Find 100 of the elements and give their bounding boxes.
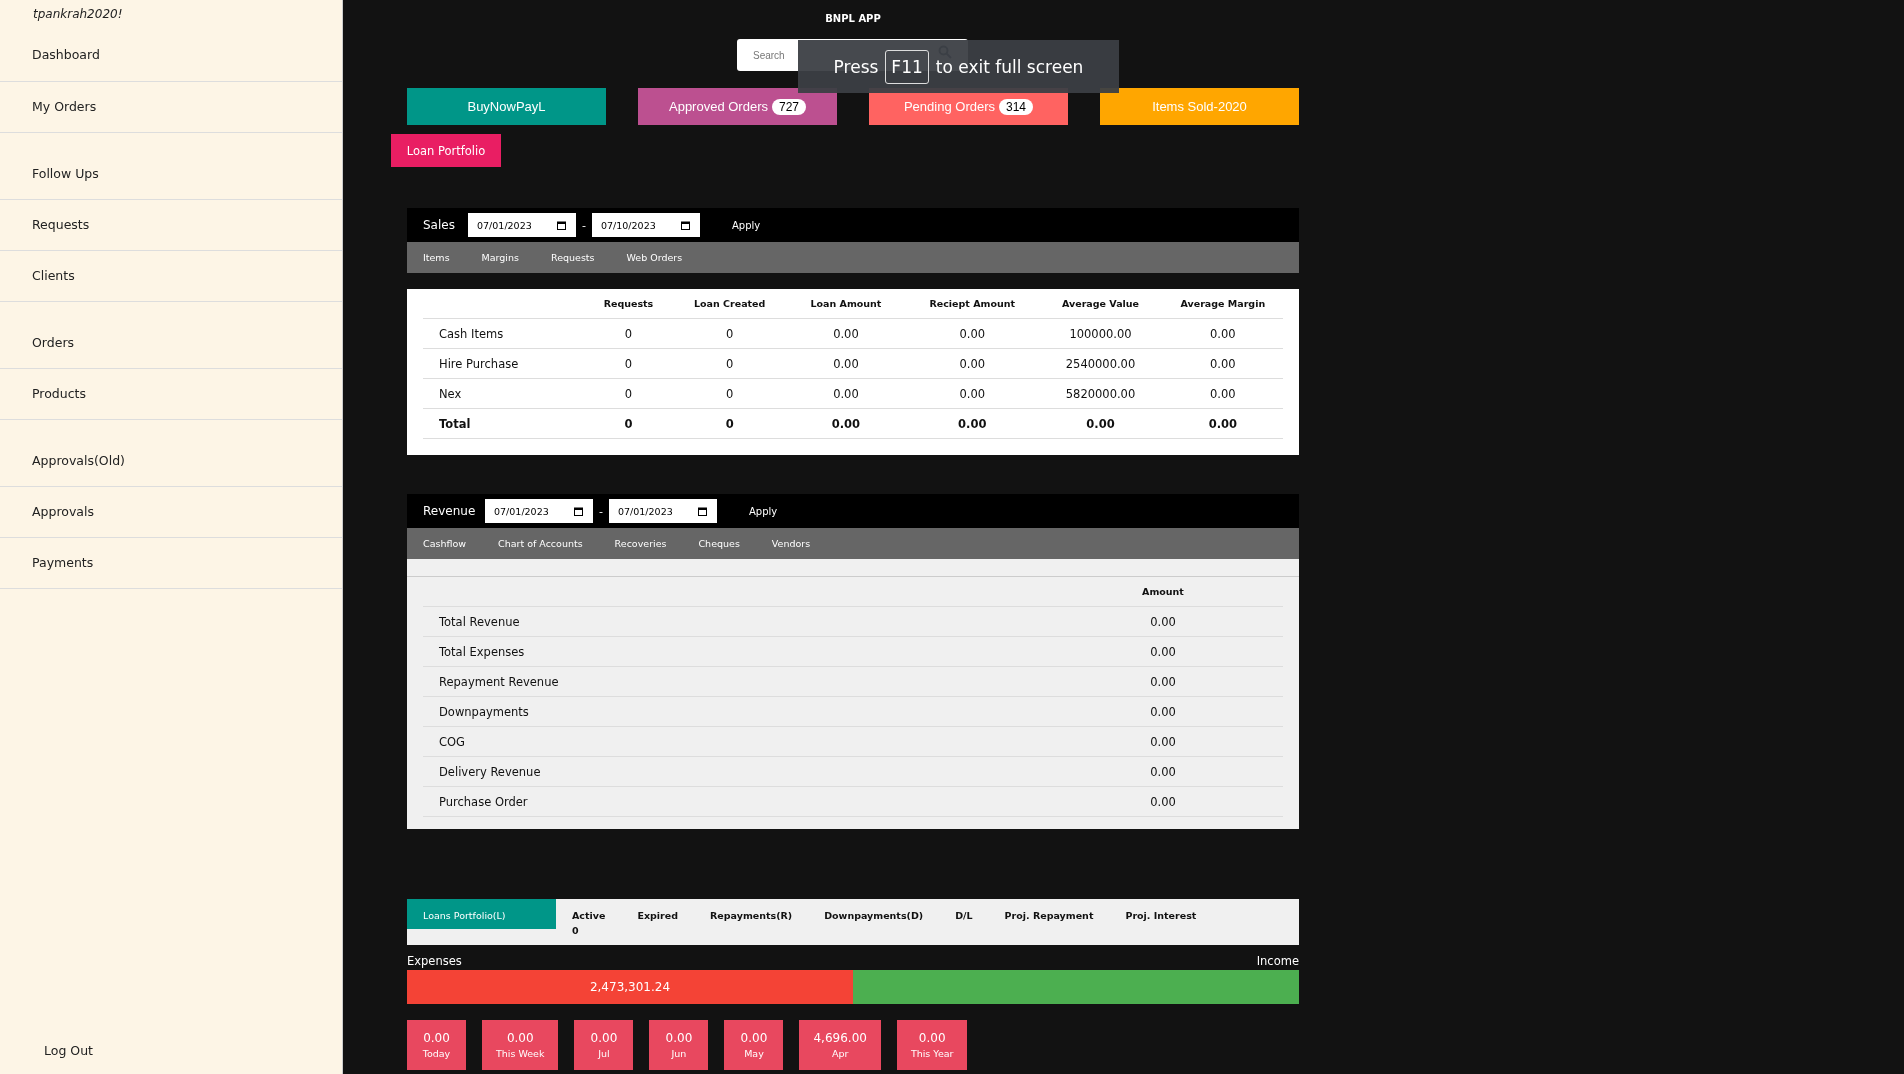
tile-value: 0.00 (665, 1031, 693, 1045)
table-cell: 0.00 (1043, 666, 1283, 697)
tile-label: Today (422, 1048, 451, 1059)
table-cell: 0.00 (1043, 636, 1283, 667)
tile-value: 0.00 (740, 1031, 768, 1045)
table-cell: 0.00 (1162, 348, 1283, 379)
table-cell: 0 (673, 318, 786, 349)
sidebar-item[interactable]: Approvals (0, 487, 342, 538)
tile-label: This Week (496, 1048, 545, 1059)
calendar-icon[interactable] (557, 220, 566, 230)
sidebar-item[interactable]: Dashboard (0, 33, 342, 82)
calendar-icon[interactable] (574, 506, 583, 516)
apply-link[interactable]: Apply (749, 505, 778, 517)
loan-tab[interactable]: Downpayments(D) (808, 899, 940, 923)
sidebar-item[interactable]: Clients (0, 251, 342, 302)
key-label: F11 (885, 49, 929, 84)
table-cell: 0.00 (1043, 756, 1283, 787)
section-title: Sales (423, 218, 456, 232)
count-badge: 727 (772, 98, 806, 115)
table-cell: 0.00 (906, 318, 1039, 349)
column-header: Loan Created (673, 289, 786, 319)
date-field[interactable]: 07/10/2023 (592, 213, 700, 237)
apply-link[interactable]: Apply (732, 219, 761, 231)
row-label: Repayment Revenue (423, 666, 1043, 697)
section-tab[interactable]: Cashflow (423, 538, 466, 549)
table-cell: 0.00 (906, 378, 1039, 409)
table-cell: 0.00 (906, 348, 1039, 379)
notice-text: Press (833, 56, 879, 77)
section-title: Revenue (423, 504, 477, 518)
sidebar-item[interactable]: My Orders (0, 82, 342, 133)
section-tab[interactable]: Requests (551, 252, 595, 263)
loan-tab[interactable]: Proj. Repayment (988, 899, 1110, 923)
sidebar-item[interactable]: Approvals(Old) (0, 436, 342, 487)
table-cell: 100000.00 (1038, 318, 1163, 349)
sidebar-item[interactable]: Payments (0, 538, 342, 589)
loan-tab[interactable]: D/L (939, 899, 989, 923)
logout-link[interactable]: Log Out (0, 1043, 342, 1074)
column-header: Average Value (1038, 289, 1163, 319)
calendar-icon[interactable] (698, 506, 707, 516)
tile-label: Jun (671, 1048, 687, 1059)
column-header: Amount (1043, 577, 1283, 607)
table-cell: 0 (583, 318, 674, 349)
row-label: Nex (423, 378, 584, 409)
row-label: Total Expenses (423, 636, 1043, 667)
section-tab[interactable]: Recoveries (614, 538, 667, 549)
loan-tab[interactable]: Loans Portfolio(L) (407, 899, 556, 929)
table-cell: 0 (673, 408, 786, 439)
table-cell: 0 (673, 378, 786, 409)
table-cell: 0 (583, 408, 674, 439)
tile-label: Jul (598, 1048, 610, 1059)
section-tab[interactable]: Web Orders (626, 252, 683, 263)
tile-value: 4,696.00 (813, 1031, 867, 1045)
notice-text: to exit full screen (935, 56, 1084, 77)
calendar-icon[interactable] (681, 220, 690, 230)
table-cell: 0 (583, 378, 674, 409)
app-title: BNPL APP (824, 13, 882, 24)
column-header: Reciept Amount (906, 289, 1039, 319)
table-cell: 5820000.00 (1038, 378, 1163, 409)
sidebar-item[interactable]: Requests (0, 200, 342, 251)
expenses-bar: 2,473,301.24 (407, 970, 853, 1004)
date-field[interactable]: 07/01/2023 (468, 213, 576, 237)
date-field[interactable]: 07/01/2023 (609, 499, 717, 523)
income-label: Income (1256, 954, 1299, 968)
table-cell: 0.00 (906, 408, 1039, 439)
tile-label: May (744, 1048, 764, 1059)
section-tab[interactable]: Margins (481, 252, 519, 263)
loan-tab[interactable]: Proj. Interest (1109, 899, 1213, 923)
section-tab[interactable]: Items (423, 252, 450, 263)
table-cell: 0.00 (1038, 408, 1163, 439)
range-separator: - (599, 504, 603, 518)
loan-tab[interactable]: Expired (621, 899, 695, 923)
table-cell: 0.00 (1043, 606, 1283, 637)
loan-tab[interactable]: Active 0 (556, 899, 622, 938)
loan-portfolio-button[interactable]: Loan Portfolio (391, 134, 501, 167)
table-cell: 0.00 (1043, 696, 1283, 727)
range-separator: - (582, 218, 586, 232)
column-header: Requests (583, 289, 674, 319)
date-field[interactable]: 07/01/2023 (485, 499, 593, 523)
row-label: Delivery Revenue (423, 756, 1043, 787)
quick-button[interactable]: Approved Orders 727 (638, 88, 837, 125)
sidebar-item[interactable]: Products (0, 369, 342, 420)
sidebar-item[interactable]: Follow Ups (0, 149, 342, 200)
username: tpankrah2020! (32, 6, 124, 23)
tile-label: This Year (910, 1048, 954, 1059)
count-badge: 314 (999, 98, 1034, 115)
section-tab[interactable]: Cheques (698, 538, 740, 549)
table-cell: 0.00 (1162, 408, 1283, 439)
row-label: COG (423, 726, 1043, 757)
tile-value: 0.00 (590, 1031, 618, 1045)
tile-label: Apr (831, 1048, 849, 1059)
quick-button[interactable]: BuyNowPayL (407, 88, 606, 125)
column-header: Average Margin (1162, 289, 1283, 319)
table-cell: 0.00 (1043, 726, 1283, 757)
section-tab[interactable]: Vendors (771, 538, 811, 549)
row-label: Total Revenue (423, 606, 1043, 637)
table-cell: 0.00 (785, 378, 907, 409)
table-cell: 0.00 (785, 348, 907, 379)
loan-tab[interactable]: Repayments(R) (694, 899, 809, 923)
section-tab[interactable]: Chart of Accounts (498, 538, 583, 549)
sidebar-item[interactable]: Orders (0, 318, 342, 369)
